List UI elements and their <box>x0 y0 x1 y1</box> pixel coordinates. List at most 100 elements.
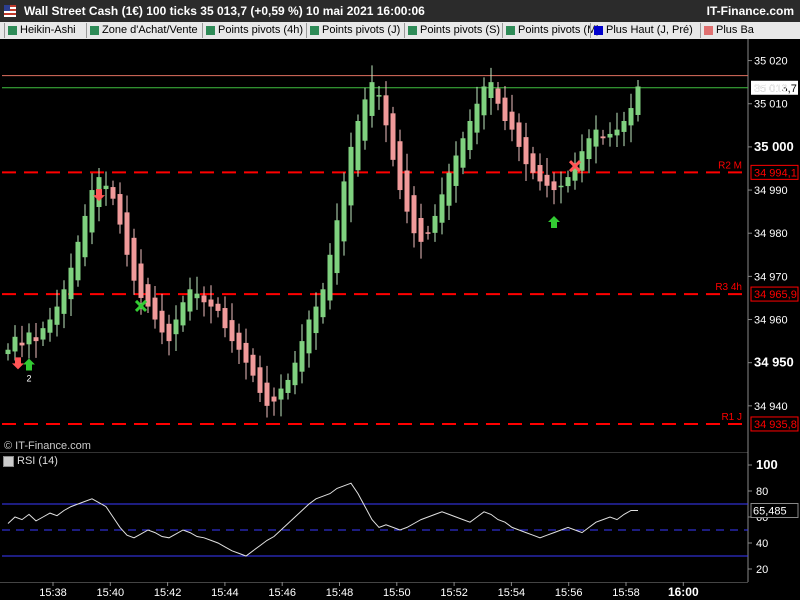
candle-body <box>278 388 284 400</box>
candle-body <box>460 138 466 168</box>
pivot-level-value: 34 935,8 <box>754 419 797 431</box>
toolbar-item[interactable]: Points pivots (4h) <box>202 23 303 38</box>
candle-body <box>173 319 179 335</box>
indicator-color-icon <box>506 26 515 35</box>
candle-body <box>138 263 144 298</box>
candle-body <box>628 108 634 126</box>
time-tick-label: 15:44 <box>211 587 239 599</box>
candle-body <box>89 190 95 233</box>
pivot-level-value: 34 994,1 <box>754 167 797 179</box>
price-tick-label: 34 980 <box>754 228 788 240</box>
toolbar-item-label: Points pivots (4h) <box>218 24 303 36</box>
candle-body <box>243 342 249 363</box>
us-flag-icon <box>4 5 16 17</box>
rsi-current-value: 65,485 <box>753 506 787 518</box>
title-bar: Wall Street Cash (1€) 100 ticks 35 013,7… <box>0 0 800 23</box>
candle-body <box>327 254 333 301</box>
toolbar-item[interactable]: Plus Haut (J, Pré) <box>590 23 693 38</box>
candle-body <box>369 82 375 116</box>
candle-body <box>82 215 88 258</box>
toolbar-item-label: Plus Haut (J, Pré) <box>606 24 693 36</box>
candle-body <box>565 177 571 187</box>
watermark: © IT-Finance.com <box>4 440 91 452</box>
pivot-level-name: R3 4h <box>715 282 742 293</box>
indicator-color-icon <box>90 26 99 35</box>
rsi-toggle-icon[interactable] <box>3 455 14 467</box>
candle-body <box>19 342 25 346</box>
candle-body <box>236 332 242 350</box>
candle-body <box>110 187 116 199</box>
pivot-level-name: R1 J <box>721 412 742 423</box>
toolbar-item-label: Heikin-Ashi <box>20 24 76 36</box>
candle-body <box>166 323 172 342</box>
rsi-chart[interactable]: 1008060402065,485 <box>0 452 800 582</box>
candle-body <box>320 289 326 318</box>
price-tick-label: 34 950 <box>754 355 794 370</box>
time-tick-label: 16:00 <box>668 585 699 599</box>
candle-body <box>26 332 32 345</box>
time-tick-label: 15:56 <box>555 587 583 599</box>
candle-body <box>355 121 361 171</box>
candle-body <box>215 303 221 311</box>
candle-body <box>264 382 270 406</box>
candle-body <box>397 141 403 191</box>
toolbar-item[interactable]: Plus Ba <box>700 23 754 38</box>
candle-body <box>68 267 74 300</box>
candle-body <box>12 336 18 352</box>
time-tick-label: 15:58 <box>612 587 640 599</box>
price-chart[interactable]: 35 020 35 010 35 000 34 990 34 980 34 970 34 9… <box>0 39 800 452</box>
candle-body <box>201 295 207 303</box>
candle-body <box>299 341 305 372</box>
candle-body <box>376 95 382 97</box>
candle-body <box>600 136 606 139</box>
candle-body <box>404 170 410 212</box>
toolbar-item[interactable]: Points pivots (S) <box>404 23 500 38</box>
candle-body <box>75 241 81 281</box>
toolbar-item-label: Points pivots (J) <box>322 24 401 36</box>
candle-body <box>481 86 487 116</box>
candle-body <box>187 289 193 312</box>
candle-body <box>180 302 186 326</box>
candle-body <box>145 284 151 307</box>
toolbar-item[interactable]: Heikin-Ashi <box>4 23 76 38</box>
toolbar-item[interactable]: Zone d'Achat/Vente <box>86 23 198 38</box>
candle-body <box>411 195 417 234</box>
candle-body <box>54 306 60 325</box>
candle-body <box>425 232 431 234</box>
candle-body <box>432 215 438 233</box>
candle-body <box>222 308 228 329</box>
candle-body <box>285 379 291 393</box>
candle-body <box>61 289 67 314</box>
brand-name: IT-Finance.com <box>706 4 794 18</box>
toolbar-item-label: Points pivots (M) <box>518 24 600 36</box>
toolbar-item[interactable]: Points pivots (J) <box>306 23 400 38</box>
indicator-color-icon <box>704 26 713 35</box>
price-tick-label: 35 000 <box>754 139 794 154</box>
price-tick-label: 35 020 <box>754 56 788 68</box>
rsi-header[interactable]: RSI (14) <box>3 455 58 467</box>
candle-body <box>523 137 529 165</box>
candle-body <box>551 181 557 191</box>
price-tick-label: 34 960 <box>754 315 788 327</box>
candle-body <box>509 111 515 130</box>
candle-body <box>516 122 522 147</box>
toolbar-item-label: Plus Ba <box>716 24 754 36</box>
time-axis: 15:38 15:40 15:42 15:44 15:46 15:48 15:50 15:52… <box>0 582 748 599</box>
candle-body <box>229 320 235 342</box>
candle-body <box>334 220 340 274</box>
candle-body <box>124 212 130 255</box>
candle-body <box>621 121 627 132</box>
rsi-title: RSI (14) <box>17 455 58 467</box>
candle-body <box>607 133 613 138</box>
candle-body <box>579 151 585 171</box>
time-tick-label: 15:52 <box>440 587 468 599</box>
time-tick-label: 15:42 <box>154 587 182 599</box>
candle-body <box>558 185 564 188</box>
candle-body <box>5 349 11 355</box>
candle-body <box>47 319 53 333</box>
toolbar-item[interactable]: Points pivots (M) <box>502 23 600 38</box>
candle-body <box>341 181 347 242</box>
time-tick-label: 15:40 <box>97 587 125 599</box>
indicator-color-icon <box>206 26 215 35</box>
pivot-level-name: R2 M <box>718 160 742 171</box>
